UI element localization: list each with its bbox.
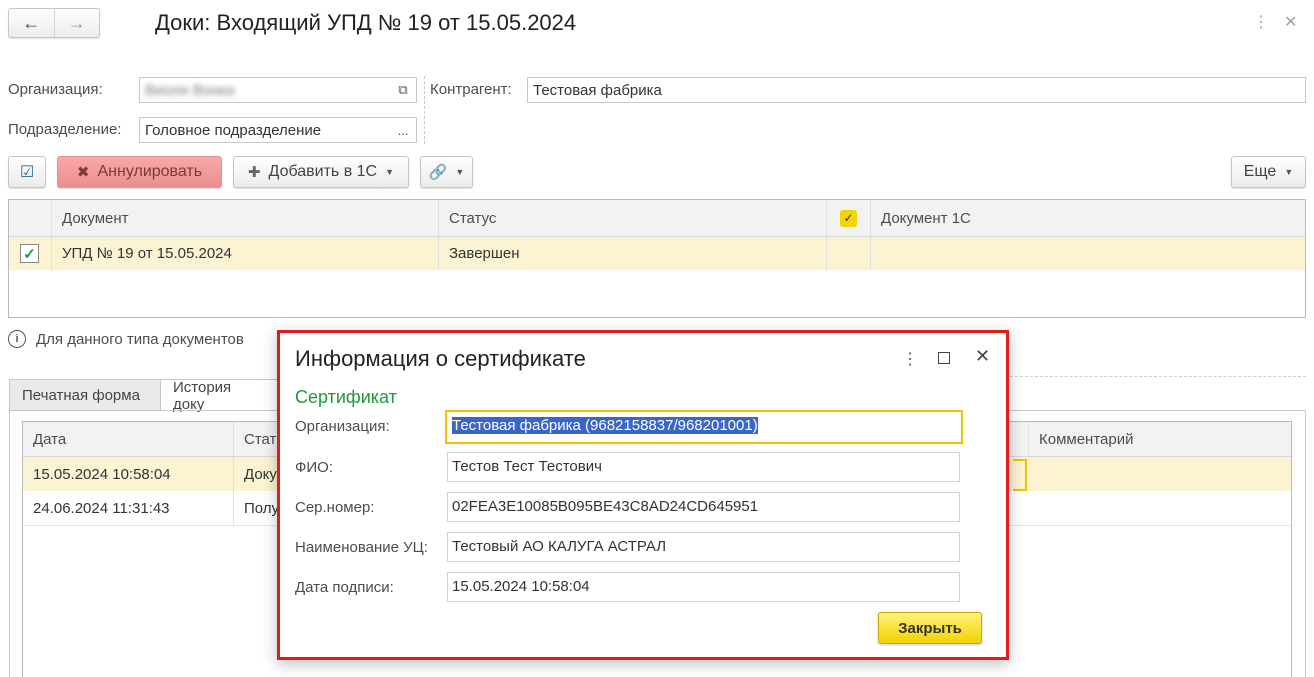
cert-org-field[interactable]: Тестовая фабрика (9682158837/968201001) xyxy=(445,410,963,444)
checkbox-column-header xyxy=(9,200,51,236)
nav-buttons: ← → xyxy=(8,8,100,38)
row-checkbox[interactable]: ✓ xyxy=(9,237,51,270)
certificate-dialog: Информация о сертификате ⋮ ✕ Сертификат … xyxy=(277,330,1009,660)
checklist-icon: ☑ xyxy=(19,164,35,181)
tab-document-history[interactable]: История доку xyxy=(161,379,279,413)
documents-table: Документ Статус ✓ Документ 1С ✓ УПД № 19… xyxy=(8,199,1306,318)
info-icon: i xyxy=(8,330,26,348)
info-text: Для данного типа документов xyxy=(36,330,244,348)
cancel-document-label: Аннулировать xyxy=(97,163,203,180)
signature-check-icon: ✓ xyxy=(840,209,857,227)
cert-ca-field[interactable]: Тестовый АО КАЛУГА АСТРАЛ xyxy=(447,532,960,562)
link-icon: 🔗 xyxy=(428,164,448,181)
open-window-icon: ⧉ xyxy=(398,82,408,97)
more-vertical-icon[interactable]: ⋮ xyxy=(1253,12,1269,32)
more-vertical-icon[interactable]: ⋮ xyxy=(902,349,918,369)
row-document-1c xyxy=(870,237,1305,270)
cert-name-field[interactable]: Тестов Тест Тестович xyxy=(447,452,960,482)
dropdown-arrow-icon: ▼ xyxy=(455,167,465,177)
documents-table-header: Документ Статус ✓ Документ 1С xyxy=(9,200,1305,237)
cert-serial-label: Сер.номер: xyxy=(295,499,375,516)
row-signed xyxy=(826,237,870,270)
org-label: Организация: xyxy=(8,81,103,98)
dropdown-arrow-icon: ▼ xyxy=(1284,167,1294,177)
column-header-status[interactable]: Статус xyxy=(438,200,826,236)
cert-sign-date-field[interactable]: 15.05.2024 10:58:04 xyxy=(447,572,960,602)
org-value: Виоли Вонка xyxy=(145,82,235,99)
history-date: 15.05.2024 10:58:04 xyxy=(33,465,171,483)
add-doc-icon: ✚ xyxy=(247,164,261,181)
column-header-signed[interactable]: ✓ xyxy=(826,200,870,236)
select-all-button[interactable]: ☑ xyxy=(8,156,46,188)
cert-org-value: Тестовая фабрика (9682158837/968201001) xyxy=(452,417,758,434)
add-to-1c-label: Добавить в 1С xyxy=(268,163,378,180)
focused-cell-marker xyxy=(1013,459,1027,491)
cert-org-label: Организация: xyxy=(295,418,390,435)
column-header-document-1c[interactable]: Документ 1С xyxy=(870,200,1305,236)
dept-select-button[interactable]: ... xyxy=(390,117,417,143)
org-field[interactable]: Виоли Вонка xyxy=(139,77,391,103)
column-header-date[interactable]: Дата xyxy=(23,422,233,456)
close-icon[interactable]: ✕ xyxy=(975,346,990,367)
cert-name-label: ФИО: xyxy=(295,459,334,476)
add-to-1c-button[interactable]: ✚ Добавить в 1С ▼ xyxy=(233,156,409,188)
cert-ca-label: Наименование УЦ: xyxy=(295,539,428,556)
cert-sign-date-label: Дата подписи: xyxy=(295,579,394,596)
contractor-label: Контрагент: xyxy=(430,81,512,98)
row-document: УПД № 19 от 15.05.2024 xyxy=(51,237,438,270)
cert-serial-field[interactable]: 02FEA3E10085B095BE43C8AD24CD645951 xyxy=(447,492,960,522)
section-title: Сертификат xyxy=(295,387,397,407)
dropdown-arrow-icon: ▼ xyxy=(385,167,395,177)
cancel-document-button[interactable]: ✖ Аннулировать xyxy=(57,156,222,188)
tab-print-form[interactable]: Печатная форма xyxy=(9,379,161,411)
close-icon[interactable]: ✕ xyxy=(1284,12,1297,32)
section-divider xyxy=(1010,376,1306,377)
info-line: i Для данного типа документов xyxy=(8,330,244,348)
header-separator xyxy=(424,76,425,144)
contractor-field[interactable]: Тестовая фабрика xyxy=(527,77,1306,103)
close-button[interactable]: Закрыть xyxy=(878,612,982,644)
more-button[interactable]: Еще ▼ xyxy=(1231,156,1306,188)
column-header-document[interactable]: Документ xyxy=(51,200,438,236)
history-date: 24.06.2024 11:31:43 xyxy=(33,499,170,517)
more-label: Еще xyxy=(1243,163,1277,180)
dialog-title: Информация о сертификате xyxy=(295,346,586,371)
forward-arrow-icon[interactable]: → xyxy=(53,9,100,37)
dept-field[interactable]: Головное подразделение xyxy=(139,117,391,143)
table-row[interactable]: ✓ УПД № 19 от 15.05.2024 Завершен xyxy=(9,237,1305,270)
row-status: Завершен xyxy=(438,237,826,270)
open-org-button[interactable]: ⧉ xyxy=(390,77,417,103)
column-header-comment[interactable]: Комментарий xyxy=(1028,422,1291,456)
back-arrow-icon[interactable]: ← xyxy=(9,9,54,37)
maximize-icon[interactable] xyxy=(938,352,950,364)
page-title: Доки: Входящий УПД № 19 от 15.05.2024 xyxy=(155,10,577,35)
link-button[interactable]: 🔗 ▼ xyxy=(420,156,473,188)
cancel-doc-icon: ✖ xyxy=(76,164,90,181)
dept-label: Подразделение: xyxy=(8,121,122,138)
checkbox-checked-icon: ✓ xyxy=(20,244,39,263)
